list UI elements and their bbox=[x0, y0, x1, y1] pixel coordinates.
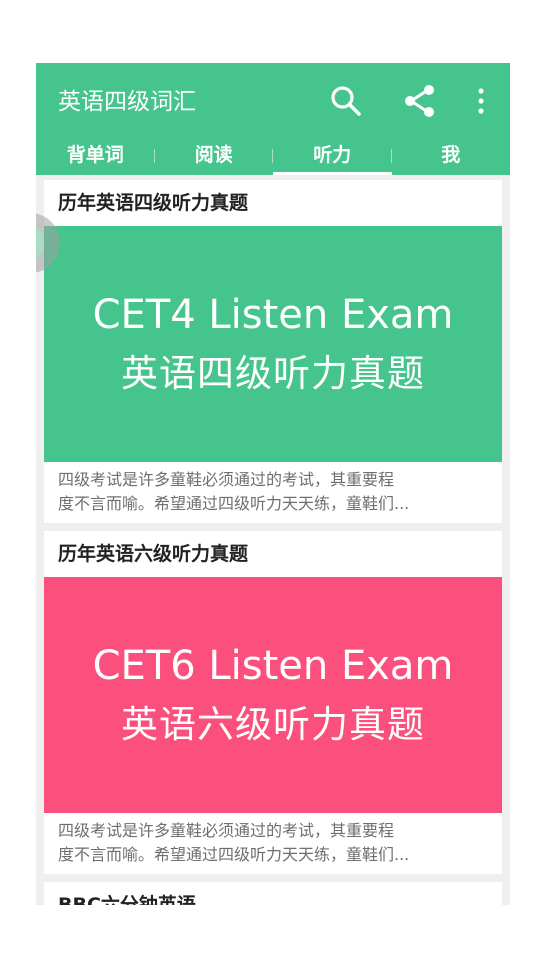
share-icon bbox=[405, 85, 434, 117]
card-description: 四级考试是许多童鞋必须通过的考试，其重要程 度不言而喻。希望通过四级听力天天练，… bbox=[58, 819, 490, 867]
app-bar: 英语四级词汇 背单词 阅读 听力 我 bbox=[36, 63, 510, 175]
card-title: 历年英语六级听力真题 bbox=[58, 543, 249, 565]
tab-label: 我 bbox=[441, 144, 461, 166]
tab-vocabulary[interactable]: 背单词 bbox=[36, 138, 155, 175]
description-line: 度不言而喻。希望通过四级听力天天练，童鞋们... bbox=[58, 845, 410, 864]
card-description: 四级考试是许多童鞋必须通过的考试，其重要程 度不言而喻。希望通过四级听力天天练，… bbox=[58, 468, 490, 516]
share-button[interactable] bbox=[400, 81, 440, 121]
more-vert-icon bbox=[478, 88, 484, 114]
description-line: 四级考试是许多童鞋必须通过的考试，其重要程 bbox=[58, 821, 395, 840]
tab-me[interactable]: 我 bbox=[392, 138, 511, 175]
search-button[interactable] bbox=[326, 81, 366, 121]
banner-english-text: CET6 Listen Exam bbox=[92, 643, 454, 689]
card-banner[interactable]: CET6 Listen Exam 英语六级听力真题 bbox=[44, 577, 502, 813]
banner-chinese-text: 英语四级听力真题 bbox=[121, 352, 425, 395]
tab-bar: 背单词 阅读 听力 我 bbox=[36, 138, 510, 175]
tab-label: 听力 bbox=[313, 144, 352, 166]
app-title: 英语四级词汇 bbox=[58, 89, 196, 115]
exam-card-cet6[interactable]: 历年英语六级听力真题 CET6 Listen Exam 英语六级听力真题 四级考… bbox=[44, 531, 502, 874]
exam-card-cet4[interactable]: 历年英语四级听力真题 CET4 Listen Exam 英语四级听力真题 四级考… bbox=[44, 180, 502, 523]
tab-listening[interactable]: 听力 bbox=[273, 138, 392, 175]
banner-chinese-text: 英语六级听力真题 bbox=[121, 703, 425, 746]
card-title: BBC六分钟英语 bbox=[58, 894, 196, 905]
description-line: 度不言而喻。希望通过四级听力天天练，童鞋们... bbox=[58, 494, 410, 513]
tab-label: 背单词 bbox=[66, 144, 124, 166]
bbc-card[interactable]: BBC六分钟英语 bbox=[44, 882, 502, 905]
app-screen: 英语四级词汇 背单词 阅读 听力 我 历年英语四级听力真题 CET4 Liste… bbox=[36, 63, 510, 905]
more-options-button[interactable] bbox=[466, 81, 496, 121]
tab-label: 阅读 bbox=[194, 144, 233, 166]
search-icon bbox=[331, 86, 361, 116]
card-title: 历年英语四级听力真题 bbox=[58, 192, 249, 214]
banner-english-text: CET4 Listen Exam bbox=[92, 292, 454, 338]
handle-knob bbox=[36, 223, 44, 263]
description-line: 四级考试是许多童鞋必须通过的考试，其重要程 bbox=[58, 470, 395, 489]
card-banner[interactable]: CET4 Listen Exam 英语四级听力真题 bbox=[44, 226, 502, 462]
tab-reading[interactable]: 阅读 bbox=[155, 138, 273, 175]
